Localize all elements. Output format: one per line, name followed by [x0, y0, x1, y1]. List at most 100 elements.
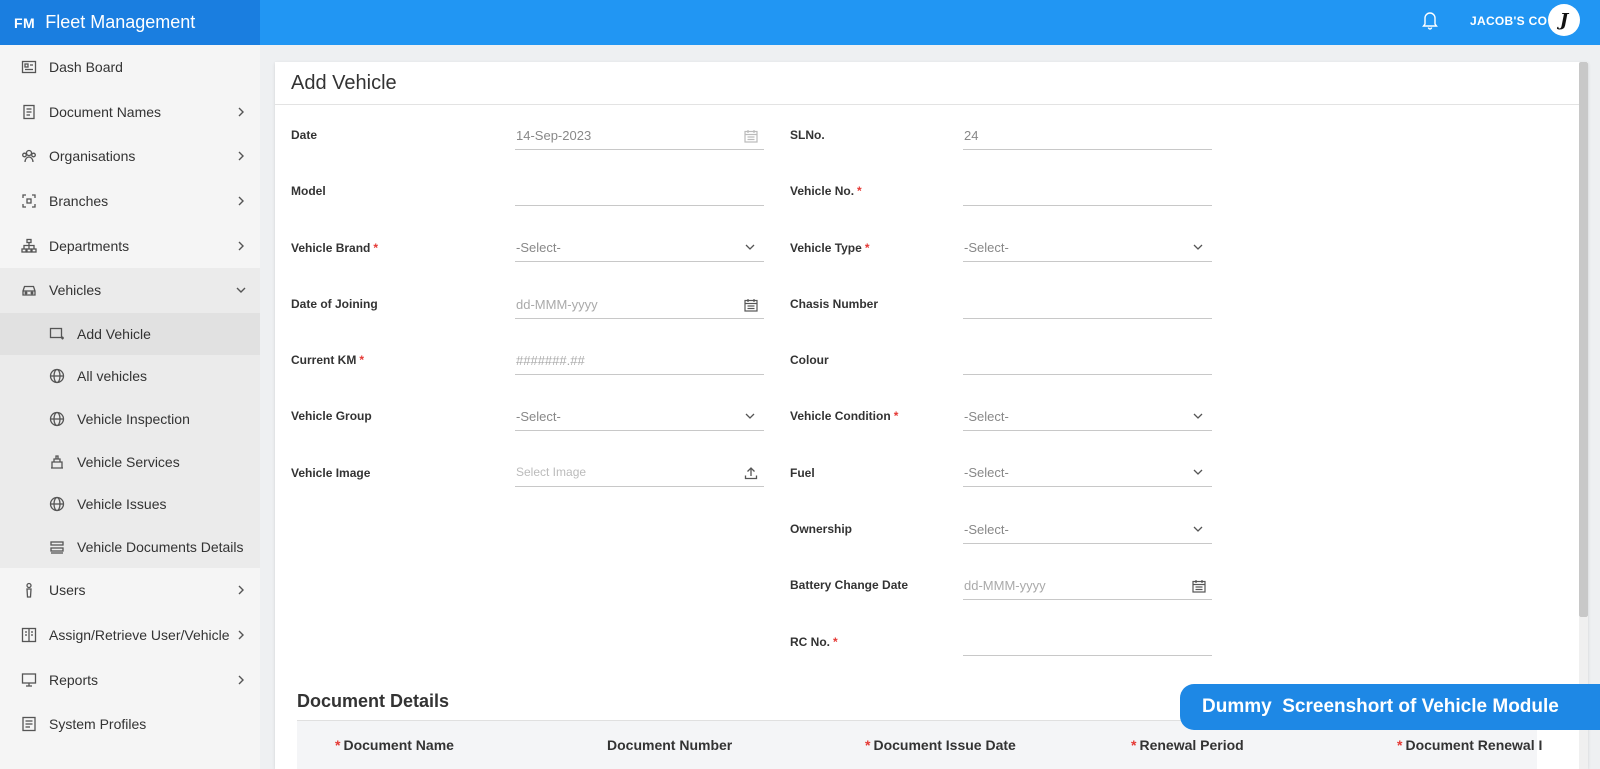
- sidebar-item-label: System Profiles: [49, 716, 147, 733]
- sidebar-item-branches[interactable]: Branches: [0, 179, 260, 224]
- branch-icon: [20, 192, 38, 210]
- column-document-name: * Document Name: [335, 737, 454, 753]
- sidebar-subitem-vehicle-documents-details[interactable]: Vehicle Documents Details: [0, 526, 260, 569]
- vehicle-brand-select[interactable]: -Select-: [515, 234, 764, 262]
- sidebar-item-document-names[interactable]: Document Names: [0, 90, 260, 135]
- department-icon: [20, 237, 38, 255]
- chevron-down-icon: [1192, 241, 1206, 255]
- vehicle-type-label: Vehicle Type *: [790, 241, 870, 255]
- globe-icon: [48, 367, 66, 385]
- upload-icon[interactable]: [744, 466, 758, 480]
- chevron-right-icon: [234, 149, 248, 163]
- rc-no-input[interactable]: [963, 628, 1212, 656]
- sidebar-item-label: Assign/Retrieve User/Vehicle: [49, 627, 230, 644]
- column-renewal-period: * Renewal Period: [1131, 737, 1244, 753]
- sidebar-item-label: Departments: [49, 237, 130, 254]
- sidebar-item-label: Users: [49, 582, 86, 599]
- vehicle-image-input[interactable]: Select Image: [515, 459, 764, 487]
- car-icon: [20, 281, 38, 299]
- sidebar-item-label: Branches: [49, 193, 109, 210]
- brand[interactable]: FM Fleet Management: [0, 0, 260, 45]
- current-km-input[interactable]: #######.##: [515, 347, 764, 375]
- sidebar-subitem-label: Vehicle Issues: [77, 496, 167, 513]
- assign-icon: [20, 626, 38, 644]
- sidebar: FM Fleet Management Dash Board Document …: [0, 0, 260, 769]
- sidebar-nav: Dash Board Document Names Organisations …: [0, 45, 260, 747]
- chevron-right-icon: [234, 673, 248, 687]
- chevron-right-icon: [234, 194, 248, 208]
- sidebar-subitem-label: Vehicle Documents Details: [77, 538, 244, 555]
- globe-icon: [48, 410, 66, 428]
- app-title: Fleet Management: [45, 12, 196, 32]
- date-label: Date: [291, 128, 318, 142]
- chevron-down-icon: [1192, 523, 1206, 537]
- vehicle-image-label: Vehicle Image: [291, 466, 371, 480]
- chevron-right-icon: [234, 239, 248, 253]
- sidebar-subitem-all-vehicles[interactable]: All vehicles: [0, 355, 260, 398]
- globe-icon: [48, 495, 66, 513]
- model-input[interactable]: [515, 178, 764, 206]
- sidebar-item-dashboard[interactable]: Dash Board: [0, 45, 260, 90]
- sidebar-subitem-label: Vehicle Inspection: [77, 411, 190, 428]
- slno-field: 24: [963, 122, 1212, 150]
- sidebar-item-reports[interactable]: Reports: [0, 657, 260, 702]
- column-document-renewal: * Document Renewal I: [1397, 737, 1543, 753]
- avatar[interactable]: J: [1548, 4, 1580, 36]
- sidebar-item-assign-retrieve[interactable]: Assign/Retrieve User/Vehicle: [0, 613, 260, 658]
- vehicle-condition-label: Vehicle Condition *: [790, 409, 899, 423]
- sidebar-subitem-label: Add Vehicle: [77, 325, 151, 342]
- vehicle-group-label: Vehicle Group: [291, 409, 372, 423]
- sidebar-item-organisations[interactable]: Organisations: [0, 134, 260, 179]
- column-document-issue-date: * Document Issue Date: [865, 737, 1016, 753]
- calendar-icon[interactable]: [744, 129, 758, 143]
- sidebar-item-label: Vehicles: [49, 282, 102, 299]
- chevron-right-icon: [234, 628, 248, 642]
- chasis-number-input[interactable]: [963, 291, 1212, 319]
- current-km-label: Current KM *: [291, 353, 365, 367]
- scrollbar-thumb[interactable]: [1579, 62, 1588, 617]
- chevron-right-icon: [234, 583, 248, 597]
- document-icon: [20, 103, 38, 121]
- date-of-joining-field[interactable]: dd-MMM-yyyy: [515, 291, 764, 319]
- sidebar-item-system-profiles[interactable]: System Profiles: [0, 702, 260, 747]
- model-label: Model: [291, 184, 326, 198]
- colour-label: Colour: [790, 353, 829, 367]
- user-icon: [20, 581, 38, 599]
- dashboard-icon: [20, 58, 38, 76]
- watermark-banner: Dummy Screenshort of Vehicle Module: [1180, 684, 1600, 730]
- column-document-number: Document Number: [607, 737, 733, 753]
- chevron-down-icon: [744, 241, 758, 255]
- sidebar-item-users[interactable]: Users: [0, 568, 260, 613]
- vehicle-group-select[interactable]: -Select-: [515, 403, 764, 431]
- organisation-icon: [20, 147, 38, 165]
- battery-change-date-label: Battery Change Date: [790, 578, 909, 592]
- date-of-joining-label: Date of Joining: [291, 297, 378, 311]
- vehicle-brand-label: Vehicle Brand *: [291, 241, 379, 255]
- sidebar-item-departments[interactable]: Departments: [0, 223, 260, 268]
- user-name[interactable]: JACOB'S CO: [1470, 14, 1547, 28]
- calendar-icon[interactable]: [1192, 579, 1206, 593]
- sidebar-item-label: Document Names: [49, 103, 162, 120]
- service-icon: [48, 453, 66, 471]
- brand-logo: FM: [14, 14, 36, 31]
- chasis-number-label: Chasis Number: [790, 297, 879, 311]
- vehicle-type-select[interactable]: -Select-: [963, 234, 1212, 262]
- date-field[interactable]: 14-Sep-2023: [515, 122, 764, 150]
- bell-icon[interactable]: [1421, 10, 1439, 30]
- sidebar-item-vehicles[interactable]: Vehicles: [0, 267, 260, 313]
- ownership-select[interactable]: -Select-: [963, 516, 1212, 544]
- sidebar-subitem-add-vehicle[interactable]: Add Vehicle: [0, 312, 260, 356]
- sidebar-subitem-vehicle-issues[interactable]: Vehicle Issues: [0, 483, 260, 526]
- sidebar-subitem-vehicle-inspection[interactable]: Vehicle Inspection: [0, 398, 260, 441]
- sidebar-item-label: Dash Board: [49, 59, 123, 76]
- vehicle-no-input[interactable]: [963, 178, 1212, 206]
- colour-input[interactable]: [963, 347, 1212, 375]
- vehicle-condition-select[interactable]: -Select-: [963, 403, 1212, 431]
- fuel-select[interactable]: -Select-: [963, 459, 1212, 487]
- battery-change-date-field[interactable]: dd-MMM-yyyy: [963, 572, 1212, 600]
- calendar-icon[interactable]: [744, 298, 758, 312]
- profile-icon: [20, 715, 38, 733]
- vehicles-submenu: Add Vehicle All vehicles Vehicle Inspect…: [0, 312, 260, 569]
- sidebar-subitem-vehicle-services[interactable]: Vehicle Services: [0, 440, 260, 483]
- document-details-title: Document Details: [297, 691, 450, 711]
